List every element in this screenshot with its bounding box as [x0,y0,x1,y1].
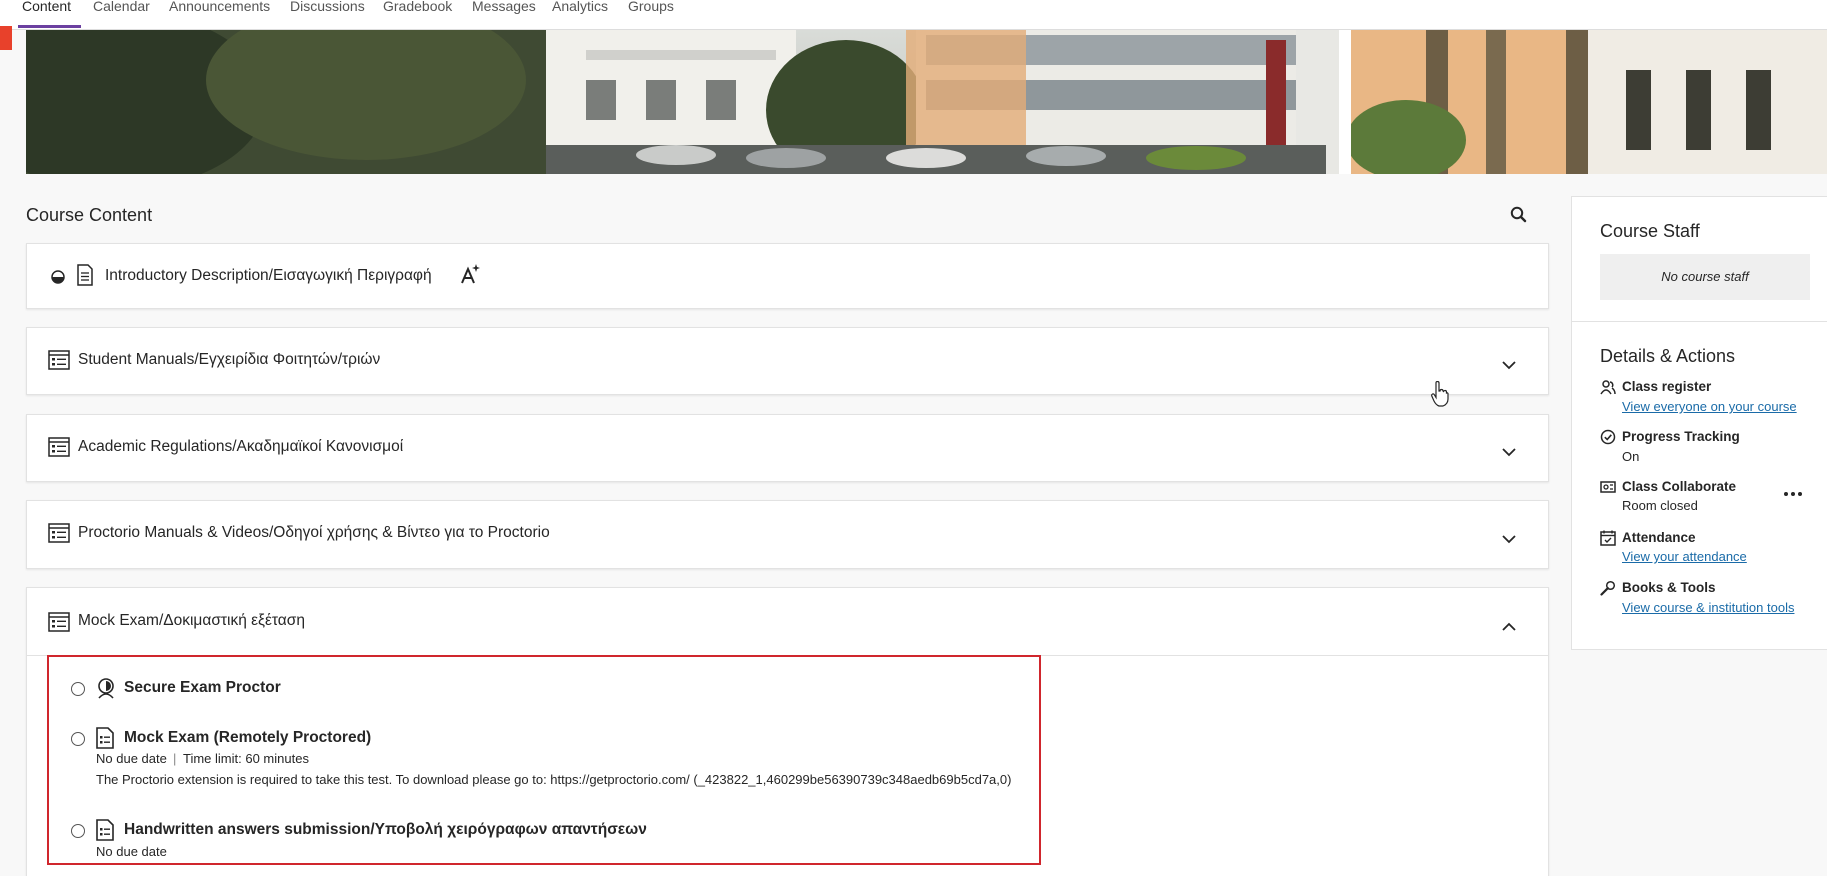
visibility-icon [51,270,65,284]
folder-list-icon [48,350,70,370]
section-label[interactable]: Mock Exam/Δοκιμαστική εξέταση [78,612,305,630]
item-description: The Proctorio extension is required to t… [96,772,1012,787]
assignment-icon [96,819,114,841]
item-radio[interactable] [71,682,85,696]
tab-analytics[interactable]: Analytics [552,0,608,28]
item-due-date: No due date [96,844,167,859]
more-options-icon[interactable] [1782,486,1804,496]
course-nav-bar: Content Calendar Announcements Discussio… [0,0,1827,30]
search-icon[interactable] [1509,205,1529,225]
section-label[interactable]: Proctorio Manuals & Videos/Οδηγοί χρήσης… [78,524,550,542]
wrench-icon [1600,580,1616,596]
side-marker [0,26,12,50]
section-label[interactable]: Academic Regulations/Ακαδημαϊκοί Κανονισ… [78,438,403,456]
view-tools-link[interactable]: View course & institution tools [1622,600,1794,615]
tab-content[interactable]: Content [17,0,82,28]
folder-list-icon [48,523,70,543]
course-side-panel: Course Staff No course staff Details & A… [1571,196,1827,650]
view-everyone-link[interactable]: View everyone on your course [1622,399,1797,414]
content-folder-student-manuals[interactable]: Student Manuals/Εγχειρίδια Φοιτητών/τριώ… [26,327,1549,395]
test-icon [96,727,114,749]
class-register-label: Class register [1622,379,1712,394]
folder-list-icon [48,437,70,457]
chevron-up-icon[interactable] [1500,618,1518,636]
content-folder-proctorio-manuals[interactable]: Proctorio Manuals & Videos/Οδηγοί χρήσης… [26,500,1549,569]
attendance-icon [1600,530,1616,546]
chevron-down-icon[interactable] [1500,443,1518,461]
tab-messages[interactable]: Messages [472,0,536,28]
meta-separator: | [173,751,177,766]
details-actions-title: Details & Actions [1600,346,1736,366]
class-collaborate-status: Room closed [1622,498,1698,513]
course-staff-title: Course Staff [1600,221,1700,241]
tab-announcements[interactable]: Announcements [169,0,270,28]
class-collaborate-label: Class Collaborate [1622,479,1737,494]
hand-cursor-icon [1431,380,1449,407]
attendance-label: Attendance [1622,530,1696,545]
people-icon [1600,379,1616,395]
progress-tracking-value: On [1622,449,1640,464]
item-radio[interactable] [71,824,85,838]
progress-tracking-label: Progress Tracking [1622,429,1740,444]
check-circle-icon [1600,429,1616,445]
course-banner-image [26,30,1827,174]
no-staff-message: No course staff [1600,254,1810,300]
proctor-icon [95,677,117,699]
document-icon [77,264,93,286]
tab-groups[interactable]: Groups [628,0,674,28]
item-due-date: No due date [96,751,167,766]
chevron-down-icon[interactable] [1500,530,1518,548]
tab-gradebook[interactable]: Gradebook [383,0,452,28]
item-title[interactable]: Secure Exam Proctor [124,679,281,697]
content-folder-academic-regulations[interactable]: Academic Regulations/Ακαδημαϊκοί Κανονισ… [26,414,1549,482]
books-tools-label: Books & Tools [1622,580,1716,595]
video-icon [1600,479,1616,495]
chevron-down-icon[interactable] [1500,356,1518,374]
section-label[interactable]: Introductory Description/Εισαγωγική Περι… [105,267,432,285]
divider [1572,321,1827,322]
item-radio[interactable] [71,732,85,746]
item-time-limit: Time limit: 60 minutes [183,751,309,766]
item-title[interactable]: Handwritten answers submission/Υποβολή χ… [124,821,647,839]
item-title[interactable]: Mock Exam (Remotely Proctored) [124,729,371,747]
section-label[interactable]: Student Manuals/Εγχειρίδια Φοιτητών/τριώ… [78,351,380,369]
content-item-introductory[interactable]: Introductory Description/Εισαγωγική Περι… [26,243,1549,309]
course-content-title: Course Content [26,205,153,225]
view-attendance-link[interactable]: View your attendance [1622,549,1747,564]
tab-calendar[interactable]: Calendar [93,0,150,28]
folder-list-icon [48,612,70,632]
tab-discussions[interactable]: Discussions [290,0,365,28]
ai-sparkle-icon [459,263,481,285]
